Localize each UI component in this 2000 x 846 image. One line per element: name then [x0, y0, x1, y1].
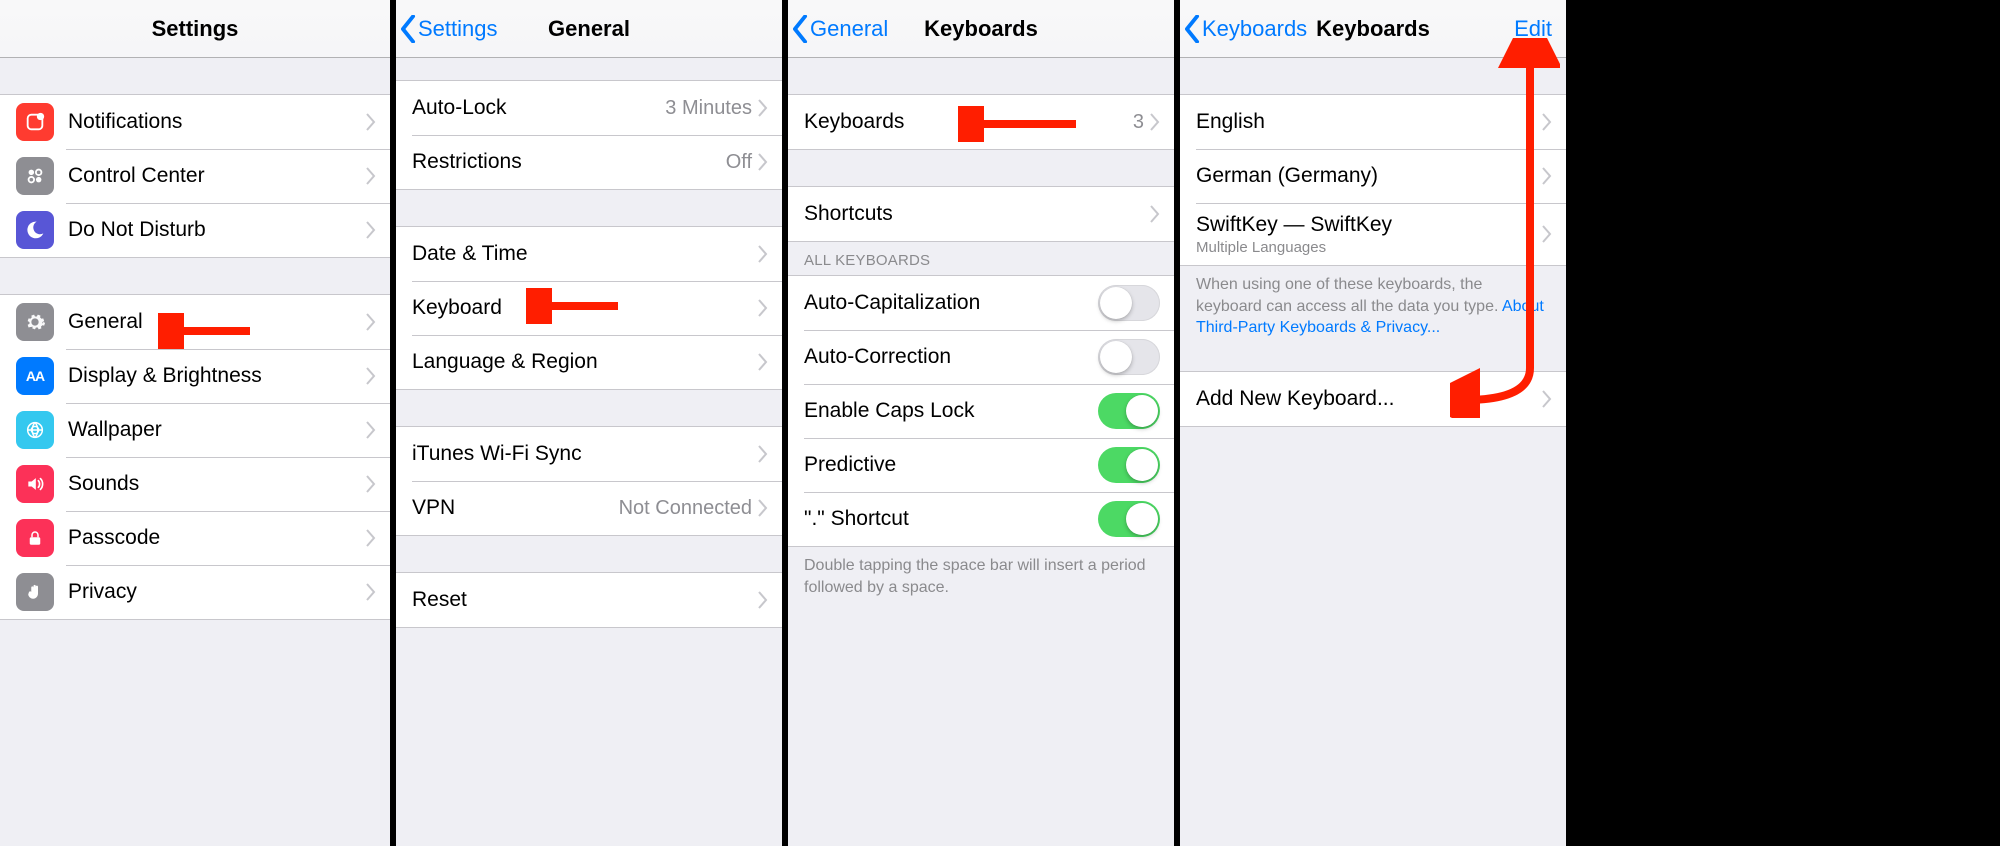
chevron-right-icon — [758, 591, 768, 609]
dnd-icon — [16, 211, 54, 249]
row-keyboard-swiftkey[interactable]: SwiftKey — SwiftKey Multiple Languages — [1180, 203, 1566, 265]
chevron-right-icon — [758, 153, 768, 171]
row-enable-caps-lock[interactable]: Enable Caps Lock — [788, 384, 1174, 438]
chevron-right-icon — [758, 353, 768, 371]
navbar: General Keyboards — [788, 0, 1174, 58]
row-wallpaper[interactable]: Wallpaper — [0, 403, 390, 457]
row-display-brightness[interactable]: AA Display & Brightness — [0, 349, 390, 403]
row-auto-capitalization[interactable]: Auto-Capitalization — [788, 276, 1174, 330]
row-passcode[interactable]: Passcode — [0, 511, 390, 565]
notifications-icon — [16, 103, 54, 141]
navbar: Settings — [0, 0, 390, 58]
back-label: Keyboards — [1202, 16, 1307, 42]
row-add-new-keyboard[interactable]: Add New Keyboard... — [1180, 372, 1566, 426]
row-privacy[interactable]: Privacy — [0, 565, 390, 619]
pane-keyboard-list: Keyboards Keyboards Edit English German … — [1174, 0, 1566, 846]
back-button[interactable]: Settings — [400, 0, 498, 57]
back-button[interactable]: General — [792, 0, 888, 57]
chevron-right-icon — [758, 99, 768, 117]
page-title: Keyboards — [924, 16, 1038, 42]
row-date-time[interactable]: Date & Time — [396, 227, 782, 281]
section-header: ALL KEYBOARDS — [788, 242, 1174, 275]
hand-icon — [16, 573, 54, 611]
row-shortcuts[interactable]: Shortcuts — [788, 187, 1174, 241]
toggle[interactable] — [1098, 393, 1160, 429]
chevron-right-icon — [366, 529, 376, 547]
row-auto-lock[interactable]: Auto-Lock 3 Minutes — [396, 81, 782, 135]
row-control-center[interactable]: Control Center — [0, 149, 390, 203]
chevron-right-icon — [1542, 225, 1552, 243]
toggle[interactable] — [1098, 447, 1160, 483]
chevron-right-icon — [1150, 113, 1160, 131]
back-label: Settings — [418, 16, 498, 42]
row-vpn[interactable]: VPN Not Connected — [396, 481, 782, 535]
page-title: Keyboards — [1316, 16, 1430, 42]
chevron-right-icon — [366, 583, 376, 601]
controlcenter-icon — [16, 157, 54, 195]
back-button[interactable]: Keyboards — [1184, 0, 1307, 57]
chevron-right-icon — [1542, 390, 1552, 408]
pane-settings: Settings Notifications Control Center — [0, 0, 390, 846]
row-do-not-disturb[interactable]: Do Not Disturb — [0, 203, 390, 257]
chevron-right-icon — [758, 499, 768, 517]
chevron-right-icon — [1150, 205, 1160, 223]
chevron-right-icon — [758, 445, 768, 463]
page-title: General — [548, 16, 630, 42]
pane-general: Settings General Auto-Lock 3 Minutes Res… — [390, 0, 782, 846]
chevron-right-icon — [1542, 113, 1552, 131]
group-notifications: Notifications Control Center Do Not Dist… — [0, 94, 390, 258]
toggle[interactable] — [1098, 339, 1160, 375]
back-label: General — [810, 16, 888, 42]
chevron-right-icon — [758, 245, 768, 263]
chevron-right-icon — [366, 313, 376, 331]
row-auto-correction[interactable]: Auto-Correction — [788, 330, 1174, 384]
group-general: General AA Display & Brightness Wallpape… — [0, 294, 390, 620]
row-notifications[interactable]: Notifications — [0, 95, 390, 149]
row-keyboard[interactable]: Keyboard — [396, 281, 782, 335]
chevron-right-icon — [366, 113, 376, 131]
toggle[interactable] — [1098, 501, 1160, 537]
row-language-region[interactable]: Language & Region — [396, 335, 782, 389]
row-sounds[interactable]: Sounds — [0, 457, 390, 511]
row-itunes-wifi-sync[interactable]: iTunes Wi-Fi Sync — [396, 427, 782, 481]
row-keyboard-german[interactable]: German (Germany) — [1180, 149, 1566, 203]
row-period-shortcut[interactable]: "." Shortcut — [788, 492, 1174, 546]
navbar: Settings General — [396, 0, 782, 58]
chevron-right-icon — [1542, 167, 1552, 185]
chevron-right-icon — [366, 475, 376, 493]
row-keyboards-count[interactable]: Keyboards 3 — [788, 95, 1174, 149]
pane-keyboards: General Keyboards Keyboards 3 Shortcuts … — [782, 0, 1174, 846]
row-keyboard-english[interactable]: English — [1180, 95, 1566, 149]
chevron-right-icon — [366, 367, 376, 385]
toggle[interactable] — [1098, 285, 1160, 321]
chevron-right-icon — [758, 299, 768, 317]
page-title: Settings — [152, 16, 239, 42]
row-general[interactable]: General — [0, 295, 390, 349]
sounds-icon — [16, 465, 54, 503]
row-reset[interactable]: Reset — [396, 573, 782, 627]
wallpaper-icon — [16, 411, 54, 449]
chevron-right-icon — [366, 167, 376, 185]
display-icon: AA — [16, 357, 54, 395]
gear-icon — [16, 303, 54, 341]
row-restrictions[interactable]: Restrictions Off — [396, 135, 782, 189]
chevron-right-icon — [366, 421, 376, 439]
navbar: Keyboards Keyboards Edit — [1180, 0, 1566, 58]
chevron-right-icon — [366, 221, 376, 239]
lock-icon — [16, 519, 54, 557]
edit-button[interactable]: Edit — [1514, 0, 1552, 57]
section-footer: When using one of these keyboards, the k… — [1180, 266, 1566, 349]
section-footer: Double tapping the space bar will insert… — [788, 547, 1174, 608]
row-predictive[interactable]: Predictive — [788, 438, 1174, 492]
